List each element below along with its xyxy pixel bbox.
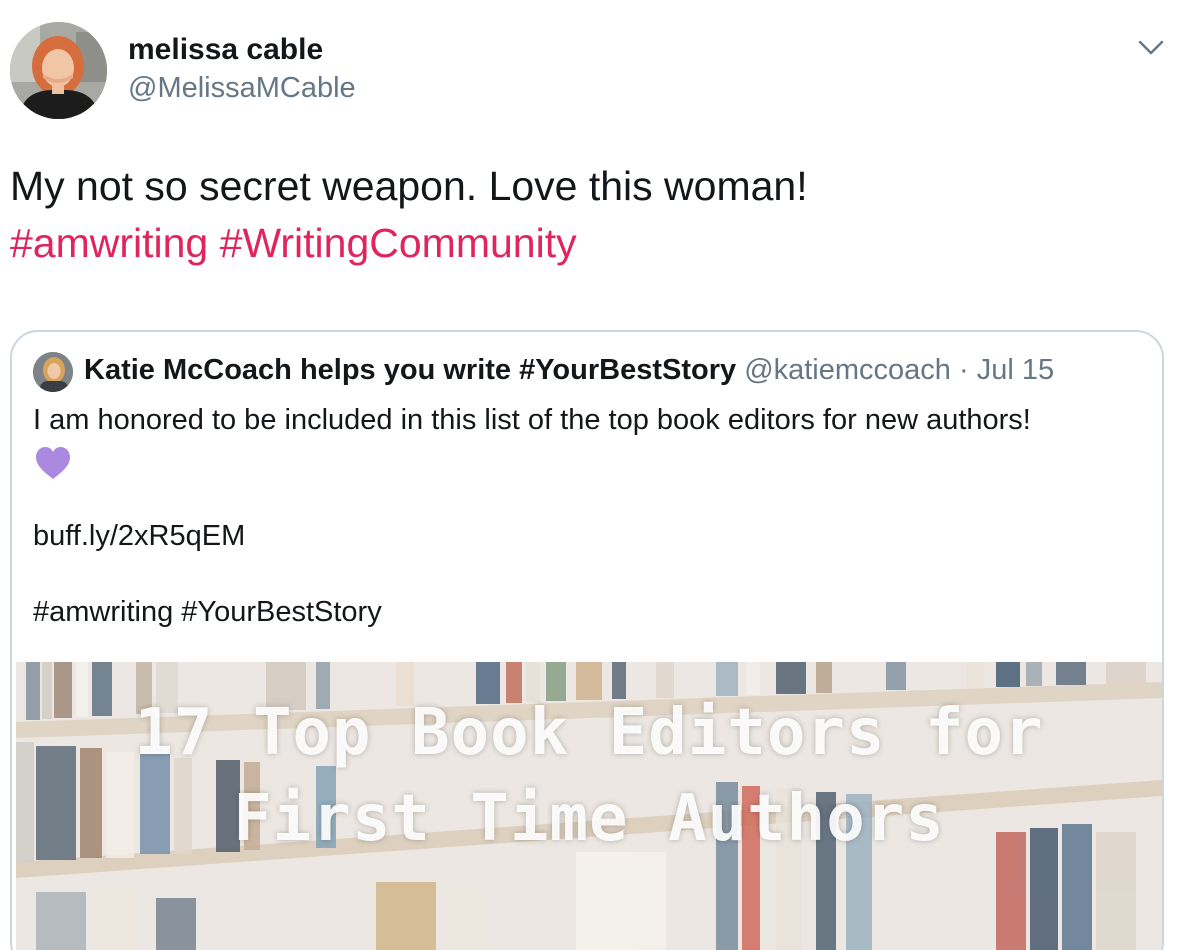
image-title: 17 Top Book Editors for First Time Autho… [16,690,1162,862]
author-name[interactable]: melissa cable [128,33,323,67]
author-avatar[interactable] [10,22,107,119]
author-handle[interactable]: @MelissaMCable [128,72,356,105]
image-title-line: 17 Top Book Editors for [134,696,1044,770]
quoted-tweet-card[interactable]: Katie McCoach helps you write #YourBestS… [10,330,1164,950]
hashtag-link[interactable]: #amwriting [10,220,208,266]
quoted-tweet-date[interactable]: Jul 15 [977,354,1054,386]
quoted-tweet-text: I am honored to be included in this list… [33,404,1031,436]
quoted-tweet-hashtags: #amwriting #YourBestStory [33,596,382,628]
quoted-tweet-link[interactable]: buff.ly/2xR5qEM [33,520,245,553]
tweet: melissa cable @MelissaMCable My not so s… [0,0,1186,950]
quoted-author-name[interactable]: Katie McCoach helps you write #YourBestS… [84,354,736,386]
quoted-tweet-image[interactable]: 17 Top Book Editors for First Time Autho… [16,662,1162,950]
quoted-author-avatar[interactable] [33,352,73,392]
image-title-line: First Time Authors [233,782,945,856]
header-separator: · [950,354,977,386]
quoted-author-handle[interactable]: @katiemccoach [744,354,951,386]
chevron-down-icon[interactable] [1136,33,1166,63]
tweet-text-line: My not so secret weapon. Love this woman… [10,163,808,209]
purple-heart-icon [34,446,72,480]
hashtag-link[interactable]: #WritingCommunity [220,220,577,266]
quoted-tweet-header: Katie McCoach helps you write #YourBestS… [84,354,1054,387]
tweet-text: My not so secret weapon. Love this woman… [10,158,808,272]
tweet-hashtags: #amwriting #WritingCommunity [10,215,808,272]
